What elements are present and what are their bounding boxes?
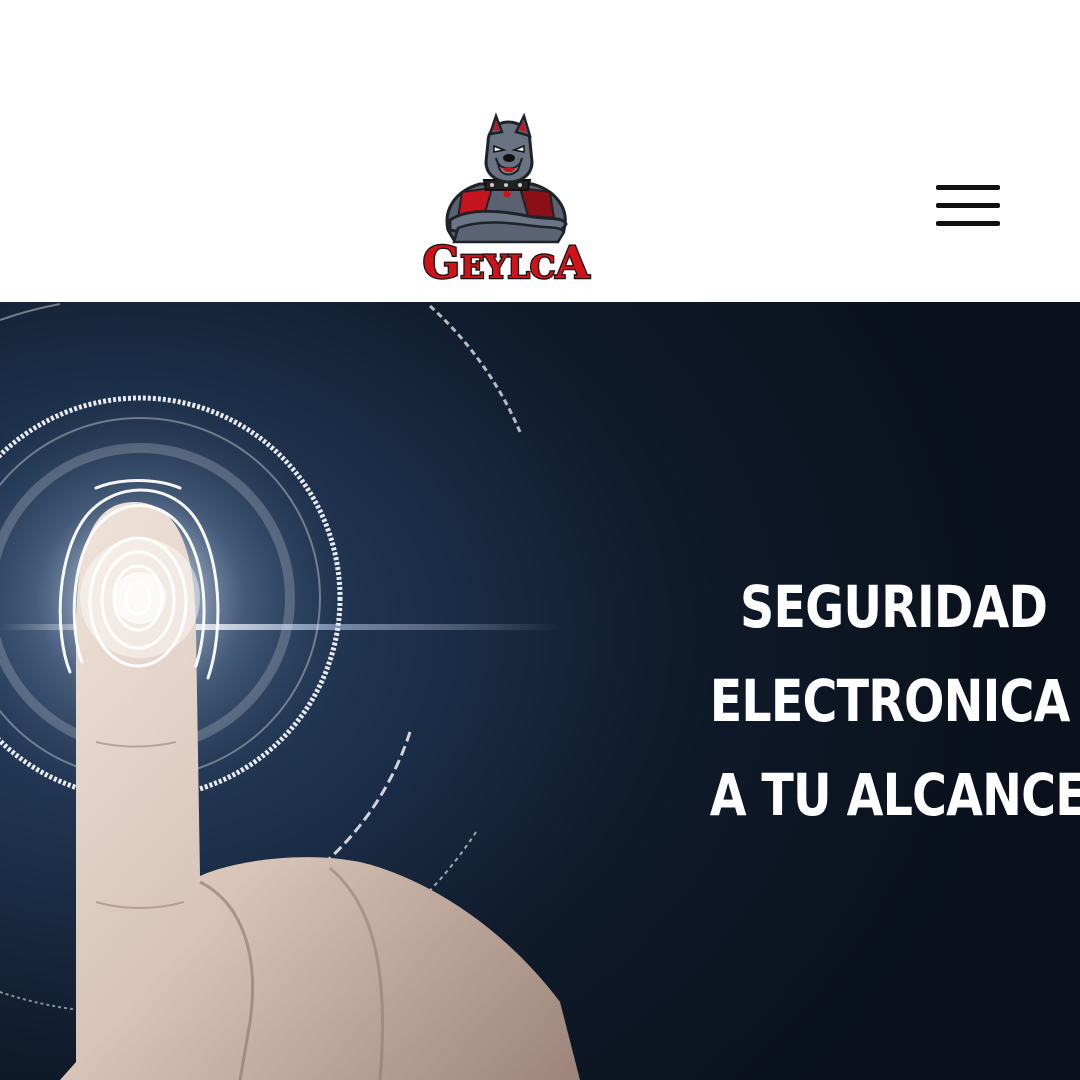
brand-logo[interactable]: GEYLCA [388, 112, 624, 284]
pitbull-mascot-icon: GEYLCA [421, 112, 592, 284]
svg-text:GEYLCA: GEYLCA [423, 238, 591, 284]
site-header: GEYLCA [0, 0, 1080, 302]
hamburger-menu-icon [936, 185, 1000, 226]
hero-headline-line-1: SEGURIDAD [740, 573, 1048, 641]
hero-headline-line-3: A TU ALCANCE [709, 761, 1080, 829]
menu-button[interactable] [930, 180, 1006, 232]
hero-headline-line-2: ELECTRONICA [709, 667, 1071, 735]
hero-headline: SEGURIDAD ELECTRONICA A TU ALCANCE [640, 560, 1080, 842]
hero-banner: SEGURIDAD ELECTRONICA A TU ALCANCE [0, 302, 1080, 1080]
